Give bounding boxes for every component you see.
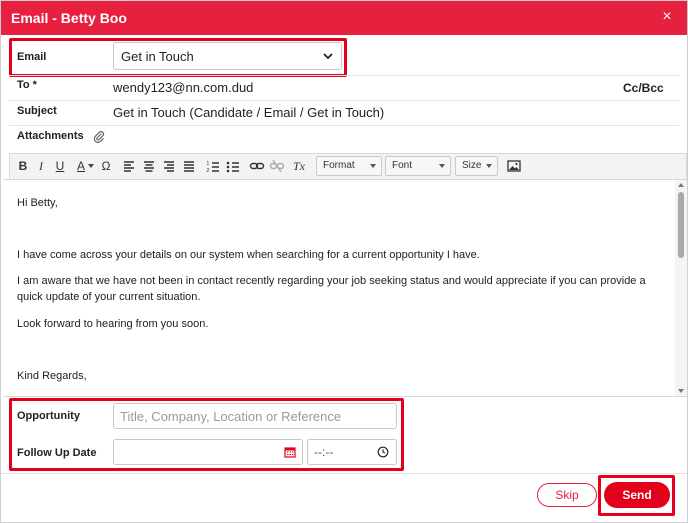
bold-button[interactable]: B [14, 157, 32, 175]
email-body-editor[interactable]: Hi Betty, I have come across your detail… [3, 179, 687, 397]
chevron-down-icon [370, 164, 376, 168]
send-button[interactable]: Send [604, 482, 670, 508]
body-signoff: Kind Regards, [17, 370, 87, 382]
format-dropdown[interactable]: Format [316, 156, 382, 176]
align-right-icon[interactable] [160, 157, 178, 175]
font-dropdown[interactable]: Font [385, 156, 451, 176]
email-template-value: Get in Touch [121, 49, 194, 64]
divider [9, 100, 679, 101]
align-justify-icon[interactable] [180, 157, 198, 175]
body-paragraph-3: Look forward to hearing from you soon. [17, 318, 209, 330]
italic-button[interactable]: I [32, 157, 50, 175]
follow-up-date-input[interactable] [113, 439, 303, 465]
align-left-icon[interactable] [120, 157, 138, 175]
numbered-list-icon[interactable]: 12 [204, 157, 222, 175]
body-paragraph-1: I have come across your details on our s… [17, 249, 480, 261]
scrollbar-thumb[interactable] [678, 192, 684, 258]
body-greeting: Hi Betty, [17, 197, 58, 209]
subject-value[interactable]: Get in Touch (Candidate / Email / Get in… [113, 105, 384, 120]
paperclip-icon[interactable] [93, 130, 105, 143]
follow-up-time-input[interactable]: --:-- [307, 439, 397, 465]
editor-scrollbar[interactable] [675, 180, 687, 396]
size-dropdown[interactable]: Size [455, 156, 498, 176]
unlink-icon[interactable] [268, 157, 286, 175]
to-label: To * [17, 79, 37, 91]
opportunity-input[interactable] [113, 403, 397, 429]
special-char-button[interactable]: Ω [97, 157, 115, 175]
clock-icon[interactable] [377, 446, 389, 458]
link-icon[interactable] [248, 157, 266, 175]
footer-divider [1, 473, 687, 474]
email-label: Email [17, 51, 47, 63]
chevron-down-icon [439, 164, 445, 168]
dialog-titlebar: Email - Betty Boo × [1, 1, 687, 35]
close-icon[interactable]: × [657, 7, 677, 27]
body-paragraph-2: I am aware that we have not been in cont… [17, 275, 646, 303]
image-icon[interactable] [505, 157, 523, 175]
subject-label: Subject [17, 105, 57, 117]
align-center-icon[interactable] [140, 157, 158, 175]
svg-text:1: 1 [207, 161, 210, 167]
svg-text:2: 2 [207, 168, 210, 174]
email-template-select[interactable]: Get in Touch [113, 42, 342, 70]
bullet-list-icon[interactable] [224, 157, 242, 175]
cc-bcc-link[interactable]: Cc/Bcc [623, 81, 664, 95]
skip-button[interactable]: Skip [537, 483, 597, 507]
scroll-down-icon[interactable] [678, 389, 684, 393]
follow-up-date-label: Follow Up Date [17, 447, 97, 459]
divider [9, 125, 679, 126]
chevron-down-icon [322, 50, 334, 62]
attachments-label: Attachments [17, 130, 84, 142]
dialog-title: Email - Betty Boo [11, 10, 127, 26]
email-dialog: Email - Betty Boo × Email Get in Touch T… [0, 0, 688, 523]
to-value[interactable]: wendy123@nn.com.dud [113, 80, 253, 95]
chevron-down-icon [486, 164, 492, 168]
chevron-down-icon[interactable] [88, 164, 94, 168]
clear-format-button[interactable]: Tx [290, 157, 308, 175]
divider [9, 75, 679, 76]
underline-button[interactable]: U [51, 157, 69, 175]
font-dropdown-label: Font [392, 160, 413, 171]
scroll-up-icon[interactable] [678, 183, 684, 187]
size-dropdown-label: Size [462, 160, 482, 171]
format-dropdown-label: Format [323, 160, 355, 171]
editor-toolbar: B I U A Ω 12 Tx Format Font Size [9, 153, 687, 179]
time-placeholder: --:-- [314, 445, 334, 459]
calendar-icon[interactable] [284, 446, 296, 458]
opportunity-label: Opportunity [17, 410, 80, 422]
